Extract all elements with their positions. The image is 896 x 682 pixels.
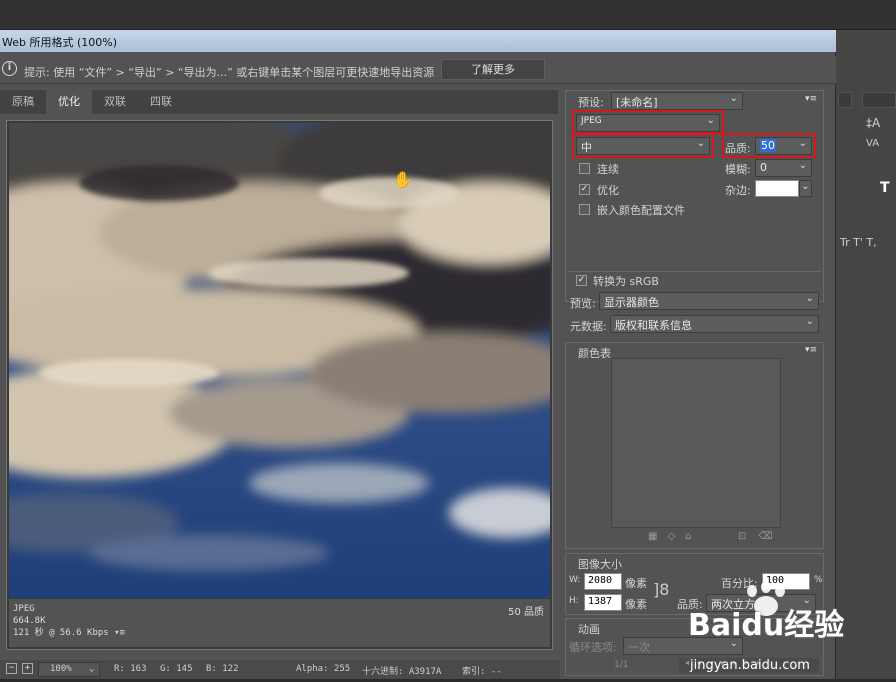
color-table-title: 颜色表 xyxy=(578,347,611,360)
info-menu-icon[interactable]: ▾≡ xyxy=(114,628,125,638)
photoshop-menubar xyxy=(0,0,896,30)
preset-select[interactable]: [未命名] ⌄ xyxy=(611,92,743,110)
chevron-down-icon: ⌄ xyxy=(805,293,814,304)
matte-color-swatch[interactable] xyxy=(755,180,799,197)
status-hex: 十六进制: A3917A xyxy=(362,667,442,677)
chevron-down-icon: ⌄ xyxy=(798,160,807,171)
height-label: H: xyxy=(569,596,579,606)
link-icon[interactable]: ]8 xyxy=(653,580,669,599)
text-tool-icon: T xyxy=(880,180,890,196)
status-g: G: 145 xyxy=(160,664,193,674)
chevron-down-icon: ⌄ xyxy=(729,93,738,104)
width-label: W: xyxy=(569,575,581,585)
blur-input[interactable]: 0 ⌄ xyxy=(755,159,812,177)
hint-text: 提示: 使用 “文件” > “导出” > “导出为...” 或右键单击某个图层可… xyxy=(24,66,435,79)
zoom-in-button[interactable]: + xyxy=(22,663,33,674)
optimized-checkbox[interactable]: ✓ xyxy=(579,184,590,195)
optimized-label: 优化 xyxy=(597,184,619,197)
embed-profile-label: 嵌入颜色配置文件 xyxy=(597,204,685,217)
progressive-checkbox[interactable] xyxy=(579,163,590,174)
tracking-icon: VA xyxy=(866,138,880,149)
watermark-url: jingyan.baidu.com xyxy=(690,658,810,673)
tab-2-up[interactable]: 双联 xyxy=(92,90,138,114)
watermark: Baidu经验 jingyan.baidu.com xyxy=(680,578,896,679)
color-table-menu-icon[interactable]: ▾≡ xyxy=(805,345,817,355)
ps-dropdown[interactable] xyxy=(862,92,896,108)
blur-label: 模糊: xyxy=(725,163,751,176)
height-input[interactable]: 1387 xyxy=(584,594,622,611)
chevron-down-icon: ⌄ xyxy=(805,316,814,327)
color-table-delete-icons[interactable]: ⊡⌫ xyxy=(738,531,785,542)
preview-pane: ✋ JPEG 664.8K 121 秒 @ 56.6 Kbps ▾≡ 50 品质 xyxy=(6,120,553,650)
status-alpha: Alpha: 255 xyxy=(296,664,351,674)
leading-icon: ‡A xyxy=(866,116,881,130)
animation-title: 动画 xyxy=(578,623,600,636)
height-unit: 像素 xyxy=(625,598,647,611)
width-unit: 像素 xyxy=(625,577,647,590)
info-download-time: 121 秒 @ 56.6 Kbps xyxy=(13,628,109,638)
frame-counter: 1/1 xyxy=(614,660,629,670)
metadata-select[interactable]: 版权和联系信息 ⌄ xyxy=(610,315,819,333)
preset-label: 预设: xyxy=(578,96,604,109)
status-index: 索引: -- xyxy=(462,667,502,677)
metadata-label: 元数据: xyxy=(570,320,607,333)
zoom-out-button[interactable]: − xyxy=(6,663,17,674)
text-style-icons: Tr T' T, xyxy=(840,236,877,249)
convert-srgb-checkbox[interactable]: ✓ xyxy=(576,275,587,286)
preview-color-select[interactable]: 显示器颜色 ⌄ xyxy=(599,292,819,310)
color-table-grid xyxy=(611,358,781,528)
embed-profile-checkbox[interactable] xyxy=(579,204,590,215)
loop-label: 循环选项: xyxy=(569,641,617,654)
color-table-panel: 颜色表 ▾≡ ▦◇⌂ ⊡⌫ xyxy=(565,342,824,549)
info-size: 664.8K xyxy=(13,616,46,626)
learn-more-button[interactable]: 了解更多 xyxy=(441,59,545,80)
preview-image[interactable]: ✋ xyxy=(9,123,550,598)
optimized-info: JPEG 664.8K 121 秒 @ 56.6 Kbps ▾≡ 50 品质 xyxy=(9,599,550,647)
width-input[interactable]: 2080 xyxy=(584,573,622,590)
status-bar: − + 100% ⌄ R: 163 G: 145 B: 122 Alpha: 2… xyxy=(0,660,560,679)
status-r: R: 163 xyxy=(114,664,147,674)
compression-highlight xyxy=(572,133,714,158)
info-quality: 50 品质 xyxy=(508,607,544,618)
watermark-logo-text: Baidu经验 xyxy=(688,608,845,643)
quality-highlight xyxy=(722,133,816,158)
divider xyxy=(568,271,821,272)
status-b: B: 122 xyxy=(206,664,239,674)
color-table-tool-icons[interactable]: ▦◇⌂ xyxy=(648,531,702,542)
format-highlight xyxy=(572,110,724,134)
ps-dropdown[interactable] xyxy=(838,92,852,108)
progressive-label: 连续 xyxy=(597,163,619,176)
optimize-settings-panel: 预设: [未命名] ⌄ ▾≡ JPEG ⌄ 中 ⌄ 品质: 50 ⌄ 连续 模糊: 0 ⌄… xyxy=(565,90,824,302)
chevron-down-icon: ⌄ xyxy=(89,664,95,674)
tab-original[interactable]: 原稿 xyxy=(0,90,46,114)
info-format: JPEG xyxy=(13,604,35,614)
view-tabs: 原稿 优化 双联 四联 xyxy=(0,90,558,114)
image-size-title: 图像大小 xyxy=(578,558,622,571)
zoom-value: 100% xyxy=(50,664,72,674)
tab-optimized[interactable]: 优化 xyxy=(46,90,92,114)
chevron-down-icon[interactable]: ⌄ xyxy=(799,180,812,197)
matte-label: 杂边: xyxy=(725,184,751,197)
tab-4-up[interactable]: 四联 xyxy=(138,90,184,114)
preset-menu-icon[interactable]: ▾≡ xyxy=(805,94,817,104)
preview-label: 预览: xyxy=(570,297,596,310)
hint-bar: i 提示: 使用 “文件” > “导出” > “导出为...” 或右键单击某个图… xyxy=(0,56,836,84)
dialog-titlebar[interactable]: Web 所用格式 (100%) xyxy=(0,30,836,52)
convert-srgb-label: 转换为 sRGB xyxy=(593,275,659,288)
dialog-title: Web 所用格式 (100%) xyxy=(2,36,118,49)
hand-tool-cursor-icon: ✋ xyxy=(393,170,413,189)
info-icon: i xyxy=(2,61,17,76)
